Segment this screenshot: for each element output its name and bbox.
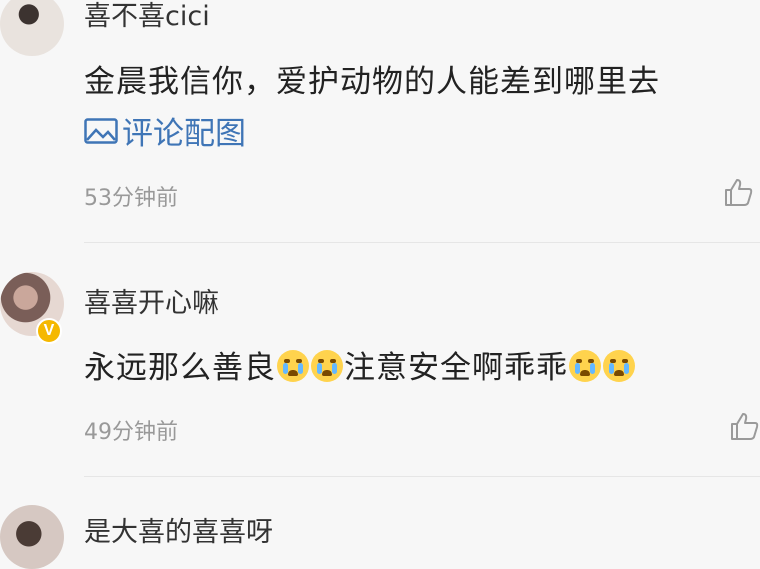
sobbing-emoji bbox=[603, 350, 635, 382]
image-icon bbox=[84, 117, 118, 144]
comment-text: 金晨我信你，爱护动物的人能差到哪里去 bbox=[84, 64, 660, 100]
divider bbox=[84, 242, 760, 243]
verified-badge: V bbox=[36, 318, 62, 344]
thumbs-up-icon[interactable] bbox=[722, 176, 754, 208]
username[interactable]: 是大喜的喜喜呀 bbox=[84, 510, 273, 549]
crying-emoji bbox=[311, 350, 343, 382]
username[interactable]: 喜喜开心嘛 bbox=[84, 281, 219, 320]
image-attachment-link[interactable]: 评论配图 bbox=[84, 108, 246, 153]
timestamp: 53分钟前 bbox=[84, 186, 178, 211]
thumbs-up-icon[interactable] bbox=[728, 410, 760, 442]
avatar[interactable] bbox=[0, 0, 64, 56]
crying-emoji bbox=[277, 350, 309, 382]
comment-text-part: 永远那么善良 bbox=[84, 350, 276, 386]
divider bbox=[84, 476, 760, 477]
comment-text-part: 注意安全啊乖乖 bbox=[344, 350, 568, 386]
username[interactable]: 喜不喜cici bbox=[84, 0, 210, 33]
timestamp: 49分钟前 bbox=[84, 420, 178, 445]
image-link-label[interactable]: 评论配图 bbox=[122, 108, 246, 153]
sobbing-emoji bbox=[569, 350, 601, 382]
avatar[interactable] bbox=[0, 505, 64, 569]
comment-text: 永远那么善良 注意安全啊乖乖 bbox=[84, 342, 636, 387]
